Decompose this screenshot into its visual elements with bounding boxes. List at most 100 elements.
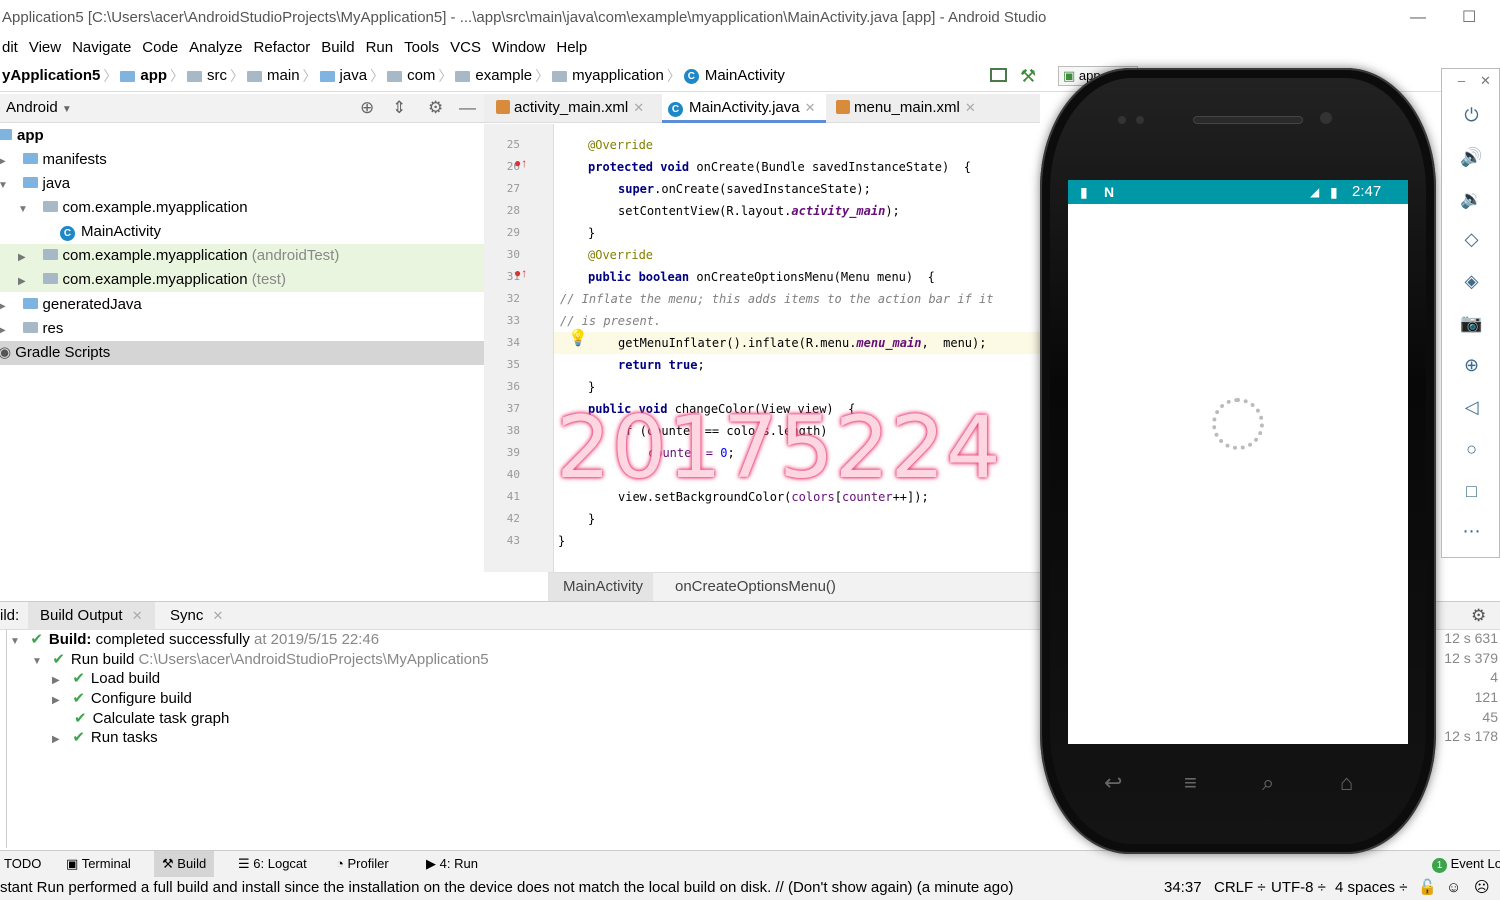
menu-tools[interactable]: Tools xyxy=(404,36,439,60)
tool-build[interactable]: ⚒ Build xyxy=(154,851,215,877)
cursor-position[interactable]: 34:37 xyxy=(1164,877,1202,899)
hide-panel-icon[interactable]: — xyxy=(459,94,476,122)
breadcrumb-mainactivity[interactable]: MainActivity xyxy=(705,62,785,90)
build-row[interactable]: ▼ ✔ Build: completed successfully at 2019… xyxy=(10,630,379,650)
tree-item-mainactivity[interactable]: C MainActivity xyxy=(0,220,484,244)
tree-item-java[interactable]: ▼ java xyxy=(0,172,484,196)
close-icon[interactable]: ✕ xyxy=(213,608,224,623)
more-options-icon[interactable]: ⋯ xyxy=(1442,521,1500,542)
rotate-right-icon[interactable]: ◈ xyxy=(1442,271,1500,292)
menu-run[interactable]: Run xyxy=(366,36,394,60)
tool-todo[interactable]: TODO xyxy=(4,851,41,877)
breadcrumb-com[interactable]: com xyxy=(407,62,435,90)
chevron-right-icon[interactable]: ▶ xyxy=(52,671,64,691)
power-icon[interactable]: ⏻ xyxy=(1442,105,1500,126)
tree-item-generatedjava[interactable]: ▶ generatedJava xyxy=(0,293,484,317)
chevron-right-icon[interactable]: ▶ xyxy=(18,246,30,270)
tab-menu-main-xml[interactable]: menu_main.xml ✕ xyxy=(830,94,990,123)
breadcrumb-example[interactable]: example xyxy=(475,62,532,90)
menu-code[interactable]: Code xyxy=(142,36,178,60)
chevron-right-icon[interactable]: ▶ xyxy=(52,691,64,711)
volume-up-icon[interactable]: 🔊 xyxy=(1442,147,1500,168)
layout-icon[interactable] xyxy=(990,68,1007,82)
line-separator[interactable]: CRLF ÷ xyxy=(1214,877,1266,899)
lightbulb-icon[interactable]: 💡 xyxy=(568,328,588,348)
editor-crumb-method[interactable]: onCreateOptionsMenu() xyxy=(675,573,836,601)
sad-face-icon[interactable]: ☹ xyxy=(1474,877,1490,899)
indent-setting[interactable]: 4 spaces ÷ xyxy=(1335,877,1407,899)
breadcrumb-java[interactable]: java xyxy=(340,62,368,90)
tree-item-package[interactable]: ▼ com.example.myapplication xyxy=(0,196,484,220)
breadcrumb-project[interactable]: yApplication5 xyxy=(2,62,100,90)
search-key-icon[interactable]: ⌕ xyxy=(1262,770,1274,796)
chevron-right-icon[interactable]: ▶ xyxy=(18,270,30,294)
chevron-down-icon[interactable]: ▼ xyxy=(0,174,10,198)
menu-edit[interactable]: dit xyxy=(2,36,18,60)
tool-profiler[interactable]: ◔ Profiler xyxy=(336,851,389,877)
chevron-down-icon[interactable]: ▼ xyxy=(18,198,30,222)
volume-down-icon[interactable]: 🔉 xyxy=(1442,189,1500,210)
collapse-all-icon[interactable]: ⇕ xyxy=(392,94,406,122)
camera-icon[interactable]: 📷 xyxy=(1442,313,1500,334)
zoom-icon[interactable]: ⊕ xyxy=(1442,355,1500,376)
chevron-right-icon[interactable]: ▶ xyxy=(52,730,64,750)
breadcrumb-main[interactable]: main xyxy=(267,62,300,90)
file-encoding[interactable]: UTF-8 ÷ xyxy=(1271,877,1326,899)
gear-icon[interactable]: ⚙ xyxy=(428,94,443,122)
override-marker-icon[interactable]: ●↑ xyxy=(514,156,527,170)
tree-item-gradle-scripts[interactable]: ◉ Gradle Scripts xyxy=(0,341,484,365)
close-icon[interactable]: ✕ xyxy=(805,100,816,115)
close-icon[interactable]: ✕ xyxy=(132,608,143,623)
menu-vcs[interactable]: VCS xyxy=(450,36,481,60)
editor-crumb-class[interactable]: MainActivity xyxy=(548,573,654,601)
close-icon[interactable]: ✕ xyxy=(633,100,644,115)
build-row[interactable]: ▼ ✔ Run build C:\Users\acer\AndroidStudio… xyxy=(32,650,489,670)
tab-activity-main-xml[interactable]: activity_main.xml ✕ xyxy=(490,94,660,123)
tool-logcat[interactable]: ☰ 6: Logcat xyxy=(238,851,307,877)
chevron-down-icon[interactable]: ▼ xyxy=(32,652,44,672)
menu-navigate[interactable]: Navigate xyxy=(72,36,131,60)
emulator-close-icon[interactable]: ✕ xyxy=(1456,73,1500,89)
tree-item-manifests[interactable]: ▶ manifests xyxy=(0,148,484,172)
build-row[interactable]: ▶ ✔ Configure build xyxy=(52,689,192,709)
chevron-right-icon[interactable]: ▶ xyxy=(0,150,10,174)
back-icon[interactable]: ◁ xyxy=(1442,397,1500,418)
breadcrumb-app[interactable]: app xyxy=(140,62,167,90)
emulator-screen[interactable] xyxy=(1068,180,1408,744)
home-icon[interactable]: ○ xyxy=(1442,439,1500,460)
menu-window[interactable]: Window xyxy=(492,36,545,60)
tool-run[interactable]: ▶ 4: Run xyxy=(426,851,478,877)
build-row[interactable]: ✔ Calculate task graph xyxy=(74,709,229,729)
home-key-icon[interactable]: ⌂ xyxy=(1340,770,1353,796)
minimize-button[interactable]: — xyxy=(1410,0,1426,36)
chevron-right-icon[interactable]: ▶ xyxy=(0,319,10,343)
menu-key-icon[interactable]: ≡ xyxy=(1184,770,1197,796)
lock-icon[interactable]: 🔓 xyxy=(1418,877,1437,899)
breadcrumb-myapplication[interactable]: myapplication xyxy=(572,62,664,90)
chevron-right-icon[interactable]: ▶ xyxy=(0,295,10,319)
close-icon[interactable]: ✕ xyxy=(965,100,976,115)
tab-mainactivity-java[interactable]: C MainActivity.java ✕ xyxy=(662,94,826,123)
tree-item-test[interactable]: ▶ com.example.myapplication (test) xyxy=(0,268,484,292)
menu-analyze[interactable]: Analyze xyxy=(189,36,242,60)
build-row[interactable]: ▶ ✔ Run tasks xyxy=(52,728,158,748)
tool-terminal[interactable]: ▣ Terminal xyxy=(66,851,131,877)
menu-help[interactable]: Help xyxy=(556,36,587,60)
status-message[interactable]: stant Run performed a full build and ins… xyxy=(0,877,1150,899)
gear-icon[interactable]: ⚙ xyxy=(1471,602,1486,630)
tree-item-app[interactable]: app xyxy=(0,124,484,148)
back-key-icon[interactable]: ↩ xyxy=(1104,770,1122,796)
locate-icon[interactable]: ⊕ xyxy=(360,94,374,122)
chevron-down-icon[interactable]: ▼ xyxy=(10,632,22,652)
code-editor[interactable]: @Override protected void onCreate(Bundle… xyxy=(554,124,1040,572)
build-row[interactable]: ▶ ✔ Load build xyxy=(52,669,160,689)
hammer-icon[interactable]: ⚒ xyxy=(1020,62,1036,90)
rotate-left-icon[interactable]: ◇ xyxy=(1442,229,1500,250)
tab-sync[interactable]: Sync ✕ xyxy=(170,602,223,630)
tree-item-androidtest[interactable]: ▶ com.example.myapplication (androidTest… xyxy=(0,244,484,268)
overview-icon[interactable]: □ xyxy=(1442,481,1500,502)
happy-face-icon[interactable]: ☺ xyxy=(1446,877,1461,899)
menu-refactor[interactable]: Refactor xyxy=(254,36,311,60)
override-marker-icon[interactable]: ●↑ xyxy=(514,266,527,280)
menu-view[interactable]: View xyxy=(29,36,61,60)
